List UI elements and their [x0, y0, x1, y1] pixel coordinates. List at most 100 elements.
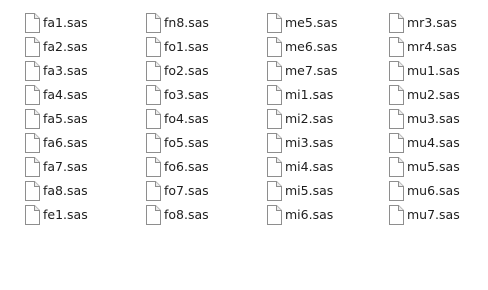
file-name: mr4.sas: [407, 39, 457, 54]
blank-document-icon: [266, 157, 282, 177]
blank-document-icon: [388, 181, 404, 201]
file-item[interactable]: fo1.sas: [145, 36, 257, 58]
file-name: fa3.sas: [43, 63, 88, 78]
blank-document-icon: [24, 85, 40, 105]
file-item[interactable]: fa3.sas: [24, 60, 136, 82]
blank-document-icon: [145, 37, 161, 57]
blank-document-icon: [24, 13, 40, 33]
blank-document-icon: [266, 205, 282, 225]
blank-document-icon: [266, 13, 282, 33]
blank-document-icon: [24, 181, 40, 201]
blank-document-icon: [266, 109, 282, 129]
file-name: mu2.sas: [407, 87, 460, 102]
file-item[interactable]: fa1.sas: [24, 12, 136, 34]
file-item[interactable]: mi1.sas: [266, 84, 378, 106]
file-name: mu7.sas: [407, 207, 460, 222]
file-item[interactable]: mr4.sas: [388, 36, 488, 58]
blank-document-icon: [145, 13, 161, 33]
file-name: mi5.sas: [285, 183, 334, 198]
file-item[interactable]: fn8.sas: [145, 12, 257, 34]
file-name: fa6.sas: [43, 135, 88, 150]
file-name: fe1.sas: [43, 207, 88, 222]
file-item[interactable]: mi2.sas: [266, 108, 378, 130]
blank-document-icon: [145, 181, 161, 201]
file-item[interactable]: me5.sas: [266, 12, 378, 34]
file-name: fa5.sas: [43, 111, 88, 126]
blank-document-icon: [266, 181, 282, 201]
file-item[interactable]: fo5.sas: [145, 132, 257, 154]
file-item[interactable]: fa2.sas: [24, 36, 136, 58]
file-name: fo2.sas: [164, 63, 209, 78]
blank-document-icon: [145, 157, 161, 177]
file-item[interactable]: mu1.sas: [388, 60, 488, 82]
file-item[interactable]: mu2.sas: [388, 84, 488, 106]
blank-document-icon: [145, 133, 161, 153]
file-item[interactable]: fo6.sas: [145, 156, 257, 178]
blank-document-icon: [145, 109, 161, 129]
file-item[interactable]: fa4.sas: [24, 84, 136, 106]
file-name: mi4.sas: [285, 159, 334, 174]
file-item[interactable]: fo2.sas: [145, 60, 257, 82]
file-item[interactable]: mi4.sas: [266, 156, 378, 178]
blank-document-icon: [145, 85, 161, 105]
blank-document-icon: [388, 85, 404, 105]
file-item[interactable]: mi6.sas: [266, 204, 378, 226]
file-name: mu6.sas: [407, 183, 460, 198]
file-item[interactable]: fa7.sas: [24, 156, 136, 178]
file-name: mu4.sas: [407, 135, 460, 150]
file-name: mr3.sas: [407, 15, 457, 30]
file-name: fo6.sas: [164, 159, 209, 174]
file-name: fo4.sas: [164, 111, 209, 126]
file-item[interactable]: fa8.sas: [24, 180, 136, 202]
file-name: fo7.sas: [164, 183, 209, 198]
file-item[interactable]: fo8.sas: [145, 204, 257, 226]
blank-document-icon: [388, 37, 404, 57]
file-item[interactable]: mu3.sas: [388, 108, 488, 130]
blank-document-icon: [24, 157, 40, 177]
file-item[interactable]: fo4.sas: [145, 108, 257, 130]
blank-document-icon: [266, 85, 282, 105]
blank-document-icon: [24, 109, 40, 129]
file-name: fa1.sas: [43, 15, 88, 30]
file-name: mi3.sas: [285, 135, 334, 150]
file-item[interactable]: me7.sas: [266, 60, 378, 82]
blank-document-icon: [145, 205, 161, 225]
file-name: me7.sas: [285, 63, 338, 78]
file-item[interactable]: mr3.sas: [388, 12, 488, 34]
blank-document-icon: [266, 133, 282, 153]
file-name: fo5.sas: [164, 135, 209, 150]
file-name: fo8.sas: [164, 207, 209, 222]
file-item[interactable]: fa5.sas: [24, 108, 136, 130]
file-item[interactable]: me6.sas: [266, 36, 378, 58]
file-name: me5.sas: [285, 15, 338, 30]
file-name: fa7.sas: [43, 159, 88, 174]
blank-document-icon: [24, 205, 40, 225]
file-name: fa8.sas: [43, 183, 88, 198]
file-item[interactable]: mu7.sas: [388, 204, 488, 226]
file-item[interactable]: fe1.sas: [24, 204, 136, 226]
file-item[interactable]: mu6.sas: [388, 180, 488, 202]
file-list: fa1.sas fa2.sas fa3.sas fa4.sas fa5.sas …: [0, 0, 488, 290]
blank-document-icon: [266, 61, 282, 81]
blank-document-icon: [388, 205, 404, 225]
file-name: mu5.sas: [407, 159, 460, 174]
blank-document-icon: [388, 133, 404, 153]
file-item[interactable]: fo3.sas: [145, 84, 257, 106]
file-item[interactable]: mi3.sas: [266, 132, 378, 154]
file-name: fo3.sas: [164, 87, 209, 102]
blank-document-icon: [24, 61, 40, 81]
file-name: me6.sas: [285, 39, 338, 54]
blank-document-icon: [388, 157, 404, 177]
blank-document-icon: [145, 61, 161, 81]
blank-document-icon: [388, 61, 404, 81]
file-name: mi2.sas: [285, 111, 334, 126]
file-name: mi6.sas: [285, 207, 334, 222]
file-name: fa2.sas: [43, 39, 88, 54]
file-item[interactable]: fo7.sas: [145, 180, 257, 202]
file-item[interactable]: mu5.sas: [388, 156, 488, 178]
file-item[interactable]: fa6.sas: [24, 132, 136, 154]
file-item[interactable]: mi5.sas: [266, 180, 378, 202]
file-name: fn8.sas: [164, 15, 209, 30]
blank-document-icon: [388, 109, 404, 129]
file-item[interactable]: mu4.sas: [388, 132, 488, 154]
